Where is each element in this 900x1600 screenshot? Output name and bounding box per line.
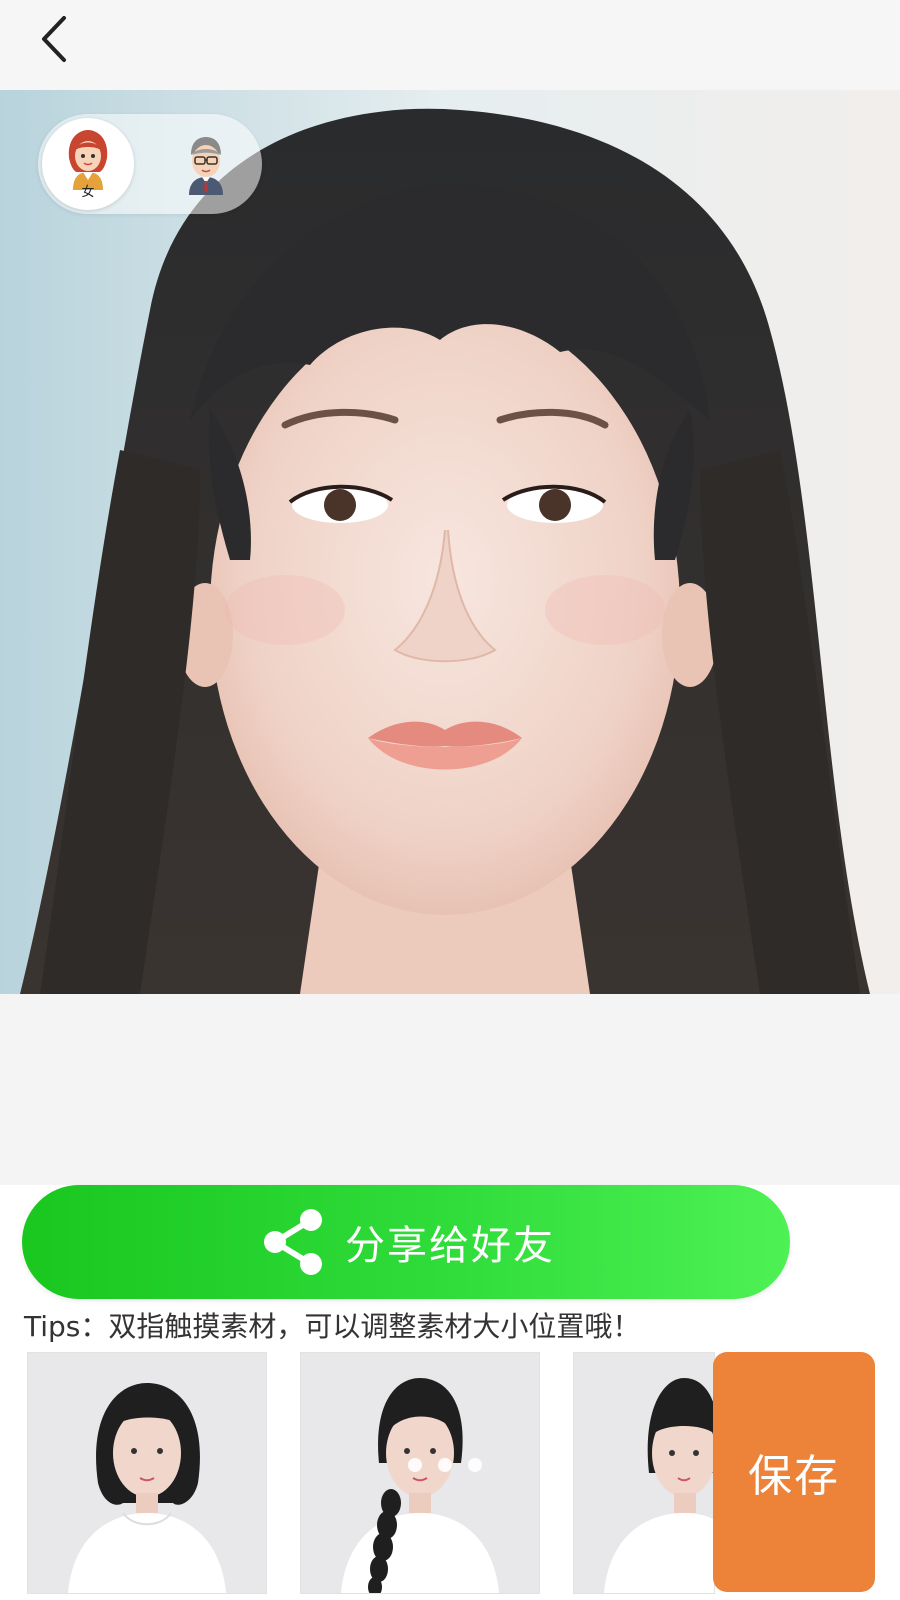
gender-female-label: 女 [81, 185, 95, 200]
back-button[interactable] [30, 14, 80, 64]
save-label: 保存 [748, 1451, 840, 1502]
gender-option-female[interactable]: 女 [42, 118, 134, 210]
pager-dot[interactable] [468, 1458, 482, 1472]
chevron-left-icon [42, 16, 66, 62]
main-photo[interactable] [0, 90, 900, 994]
template-pager [408, 1458, 482, 1472]
pager-dot[interactable] [438, 1458, 452, 1472]
template-bangs[interactable] [573, 1352, 715, 1594]
top-bar [0, 0, 900, 90]
female-avatar-icon [68, 130, 108, 190]
gender-toggle[interactable]: 女 [38, 114, 262, 214]
share-to-friends-button[interactable]: 分享给好友 [22, 1185, 790, 1299]
portrait-image [0, 90, 900, 994]
template-braid[interactable] [300, 1352, 540, 1594]
template-image [301, 1353, 539, 1593]
share-icon [264, 1209, 322, 1275]
template-image [574, 1353, 714, 1593]
share-label: 分享给好友 [345, 1223, 555, 1269]
template-image [28, 1353, 266, 1593]
template-bob-haircut[interactable] [27, 1352, 267, 1594]
male-avatar-icon [189, 137, 223, 195]
gender-option-male[interactable] [160, 118, 252, 210]
tips-text: Tips：双指触摸素材，可以调整素材大小位置哦！ [24, 1310, 641, 1343]
pager-dot[interactable] [408, 1458, 422, 1472]
page: 女 分享给好友 Tips：双指触摸素材，可以调整素材大小位置哦！ 保存 [0, 0, 900, 1600]
save-button[interactable]: 保存 [713, 1352, 875, 1592]
